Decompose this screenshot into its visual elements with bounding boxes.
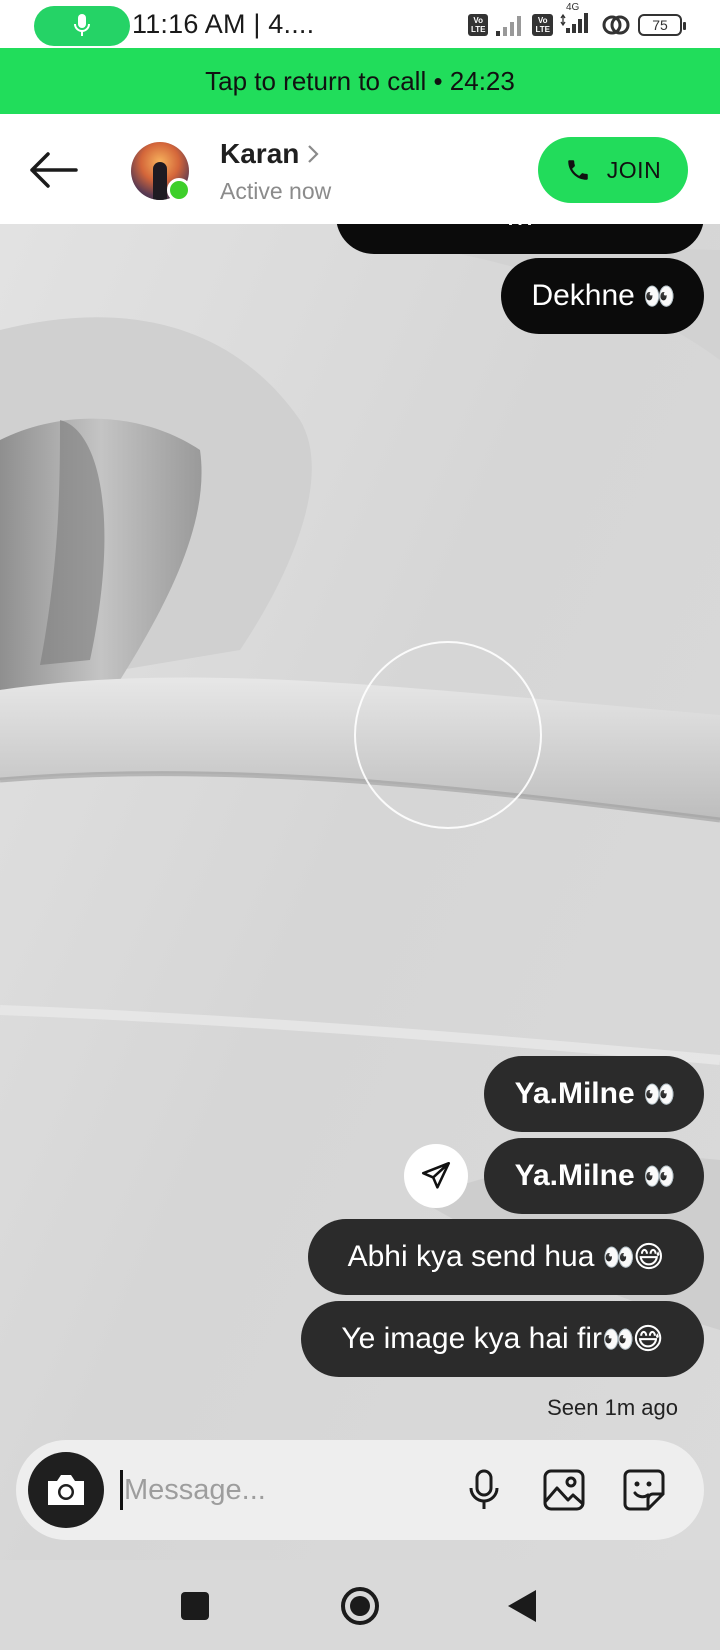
message-text: Dekhne	[531, 279, 635, 312]
gallery-button[interactable]	[540, 1466, 588, 1514]
signal-4g-icon: 4G	[560, 2, 594, 39]
sweat-smile-emoji: 😅	[633, 1240, 665, 1274]
message-input[interactable]	[124, 1466, 414, 1514]
send-icon	[421, 1161, 451, 1189]
camera-button[interactable]	[28, 1452, 104, 1528]
gallery-icon	[543, 1469, 585, 1511]
camera-focus-ring	[354, 641, 542, 829]
system-nav-bar	[0, 1560, 720, 1650]
avatar-figure	[153, 162, 167, 200]
hotspot-icon	[602, 15, 630, 34]
join-label: JOIN	[606, 156, 662, 183]
message-text: Ya.Milne	[514, 1159, 635, 1192]
message-composer	[16, 1440, 704, 1540]
sweat-smile-emoji: 😅	[632, 1322, 664, 1356]
battery-level: 75	[652, 16, 668, 33]
phone-icon	[568, 160, 588, 180]
signal-icon	[496, 15, 522, 36]
microphone-icon	[469, 1469, 499, 1509]
return-to-call-banner[interactable]: Tap to return to call • 24:23	[0, 48, 720, 114]
seen-status: Seen 1m ago	[547, 1395, 678, 1420]
message-text: Ya.Milne	[514, 1077, 635, 1110]
home-icon	[341, 1587, 379, 1625]
recents-icon	[181, 1592, 209, 1620]
status-time: 11:16 AM | 4....	[132, 9, 315, 39]
network-label: 4G	[566, 2, 580, 13]
message-text: Abhi kya send hua	[347, 1240, 595, 1273]
status-icons: Vo LTE Vo LTE 4G 75	[467, 2, 686, 39]
status-bar: 11:16 AM | 4.... Vo LTE Vo LTE 4G 75	[0, 0, 720, 48]
home-button[interactable]	[338, 1584, 382, 1628]
message-bubble[interactable]: Ya.Milne 👀	[484, 1138, 704, 1214]
text-caret	[120, 1470, 123, 1510]
online-indicator	[167, 178, 191, 202]
sticker-icon	[623, 1469, 665, 1511]
message-text: Ye image kya hai fir	[341, 1322, 603, 1355]
chevron-right-icon[interactable]	[306, 144, 320, 164]
mic-indicator[interactable]	[34, 6, 130, 46]
active-status: Active now	[220, 178, 332, 204]
chat-header: Karan Active now JOIN	[0, 114, 720, 224]
message-bubble[interactable]: Ye image kya hai fir 👀 😅	[301, 1301, 704, 1377]
sticker-button[interactable]	[620, 1466, 668, 1514]
join-call-button[interactable]: JOIN	[538, 137, 688, 203]
recents-button[interactable]	[173, 1584, 217, 1628]
volte-icon: Vo LTE	[467, 13, 489, 36]
back-arrow-icon[interactable]	[28, 150, 80, 190]
eyes-emoji: 👀	[643, 280, 675, 311]
eyes-emoji: 👀	[643, 1160, 675, 1191]
eyes-emoji: 👀	[602, 1241, 635, 1272]
microphone-button[interactable]	[460, 1466, 508, 1514]
battery-icon: 75	[638, 13, 686, 36]
message-bubble[interactable]: Ya.Milne 👀	[484, 1056, 704, 1132]
message-bubble[interactable]: Dekhne 👀	[501, 258, 704, 334]
back-icon	[508, 1590, 536, 1622]
message-bubble[interactable]: Abhi kya send hua 👀 😅	[308, 1219, 704, 1295]
nav-back-button[interactable]	[500, 1584, 544, 1628]
volte-icon: Vo LTE	[532, 13, 553, 36]
mic-icon	[74, 14, 90, 36]
contact-name[interactable]: Karan	[220, 138, 299, 170]
eyes-emoji: 👀	[643, 1078, 675, 1109]
share-button[interactable]	[404, 1144, 468, 1208]
eyes-emoji: 👀	[602, 1323, 634, 1354]
camera-icon	[48, 1475, 84, 1505]
